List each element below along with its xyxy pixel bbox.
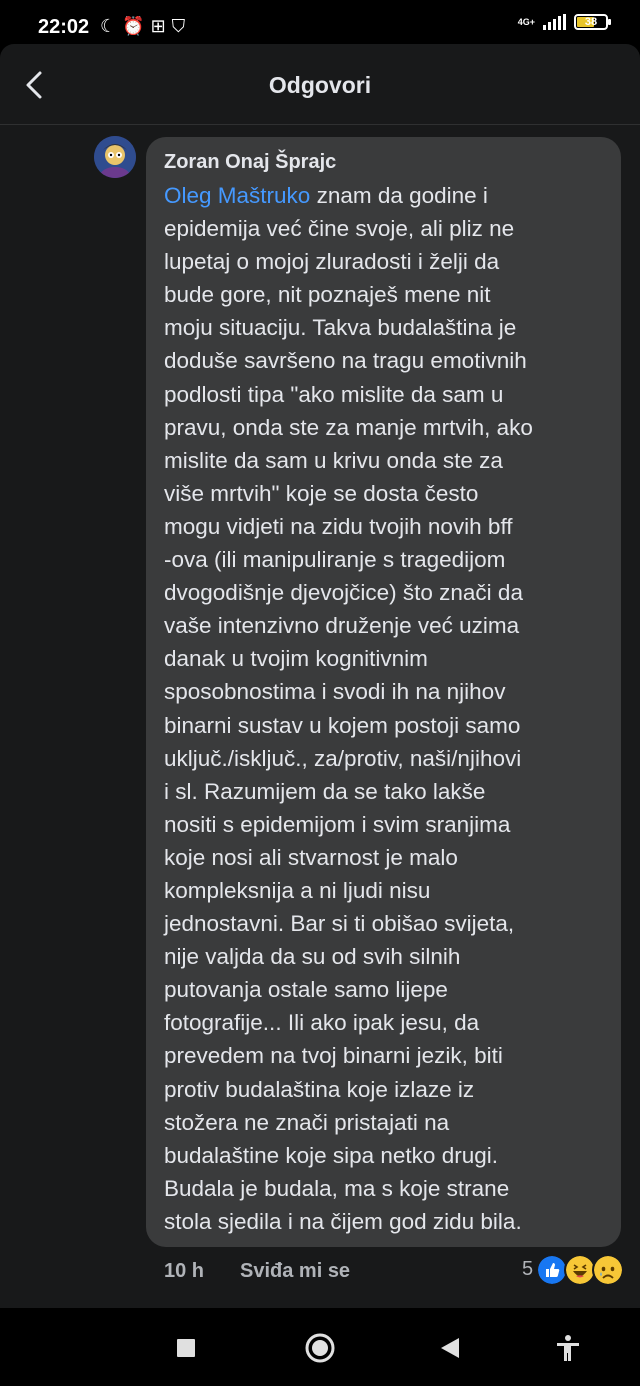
accessibility-button[interactable]: [548, 1328, 588, 1368]
back-button[interactable]: [430, 1328, 470, 1368]
mention-link[interactable]: Oleg Maštruko: [164, 183, 310, 208]
reaction-count[interactable]: 5: [522, 1258, 533, 1281]
status-right: 4G+ 38: [517, 14, 611, 30]
signal-icon: [543, 14, 566, 30]
shield-icon: ⛉: [171, 16, 192, 36]
replies-panel: Odgovori Zoran Onaj Šprajc Oleg Maštruko…: [0, 44, 640, 1308]
navigation-bar: [0, 1308, 640, 1386]
windows-icon: ⊞: [150, 16, 172, 36]
comment-timestamp: 10 h: [164, 1260, 205, 1282]
like-button[interactable]: Sviđa mi se: [240, 1260, 350, 1283]
home-button[interactable]: [300, 1328, 340, 1368]
triangle-back-icon: [441, 1338, 459, 1358]
recent-apps-button[interactable]: [166, 1328, 206, 1368]
comment-author[interactable]: Zoran Onaj Šprajc: [164, 151, 336, 174]
square-icon: [177, 1339, 195, 1357]
comment-bubble: Zoran Onaj Šprajc Oleg Maštruko znam da …: [146, 137, 621, 1247]
battery-icon: 38: [574, 14, 611, 30]
status-icons: ☾⏰⊞⛉: [100, 16, 191, 37]
accessibility-icon: [557, 1335, 579, 1361]
moon-icon: ☾: [100, 16, 123, 36]
header: Odgovori: [0, 44, 640, 125]
sad-icon: [592, 1254, 624, 1286]
comment-text: Oleg Maštruko znam da godine i epidemija…: [164, 179, 609, 1238]
comment-body: znam da godine i epidemija već čine svoj…: [164, 183, 533, 1234]
reactions[interactable]: [536, 1254, 624, 1286]
alarm-icon: ⏰: [122, 16, 151, 36]
circle-icon: [305, 1333, 335, 1363]
page-title: Odgovori: [268, 72, 372, 98]
status-time: 22:02: [38, 16, 90, 38]
battery-level: 38: [584, 16, 598, 28]
network-type: 4G+: [517, 16, 535, 27]
avatar-image: [94, 136, 136, 178]
avatar[interactable]: [94, 136, 136, 178]
